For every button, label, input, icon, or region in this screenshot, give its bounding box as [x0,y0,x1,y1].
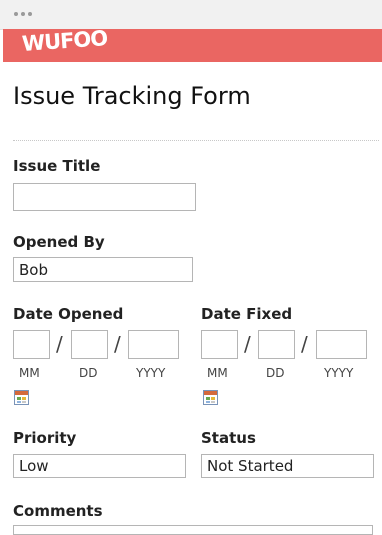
date-opened-month-input[interactable] [13,330,50,359]
date-opened-dd-sublabel: DD [79,366,98,380]
brand-banner: WUFOO [3,26,382,62]
date-fixed-dd-sublabel: DD [266,366,285,380]
window-titlebar [0,0,382,30]
date-opened-yyyy-sublabel: YYYY [136,366,166,380]
date-fixed-year-input[interactable] [316,330,367,359]
priority-label: Priority [13,429,77,447]
date-opened-year-input[interactable] [128,330,179,359]
window-dot-icon [21,12,25,16]
opened-by-label: Opened By [13,233,105,251]
window-dot-icon [14,12,18,16]
date-fixed-day-input[interactable] [258,330,295,359]
calendar-icon[interactable] [14,390,29,405]
date-fixed-mm-sublabel: MM [207,366,228,380]
priority-input[interactable] [13,454,186,478]
calendar-icon[interactable] [203,390,218,405]
title-divider [13,140,379,141]
window-dot-icon [28,12,32,16]
opened-by-input[interactable] [13,257,193,282]
date-fixed-month-input[interactable] [201,330,238,359]
issue-title-input[interactable] [13,183,196,211]
comments-label: Comments [13,502,103,520]
date-opened-mm-sublabel: MM [19,366,40,380]
date-separator: / [56,332,63,356]
form-title: Issue Tracking Form [13,82,251,110]
status-input[interactable] [201,454,374,478]
date-opened-day-input[interactable] [71,330,108,359]
date-separator: / [244,332,251,356]
date-separator: / [301,332,308,356]
status-label: Status [201,429,256,447]
date-fixed-label: Date Fixed [201,305,293,323]
date-opened-label: Date Opened [13,305,124,323]
date-fixed-yyyy-sublabel: YYYY [324,366,354,380]
wufoo-logo: WUFOO [21,26,108,56]
date-separator: / [114,332,121,356]
issue-title-label: Issue Title [13,157,101,175]
